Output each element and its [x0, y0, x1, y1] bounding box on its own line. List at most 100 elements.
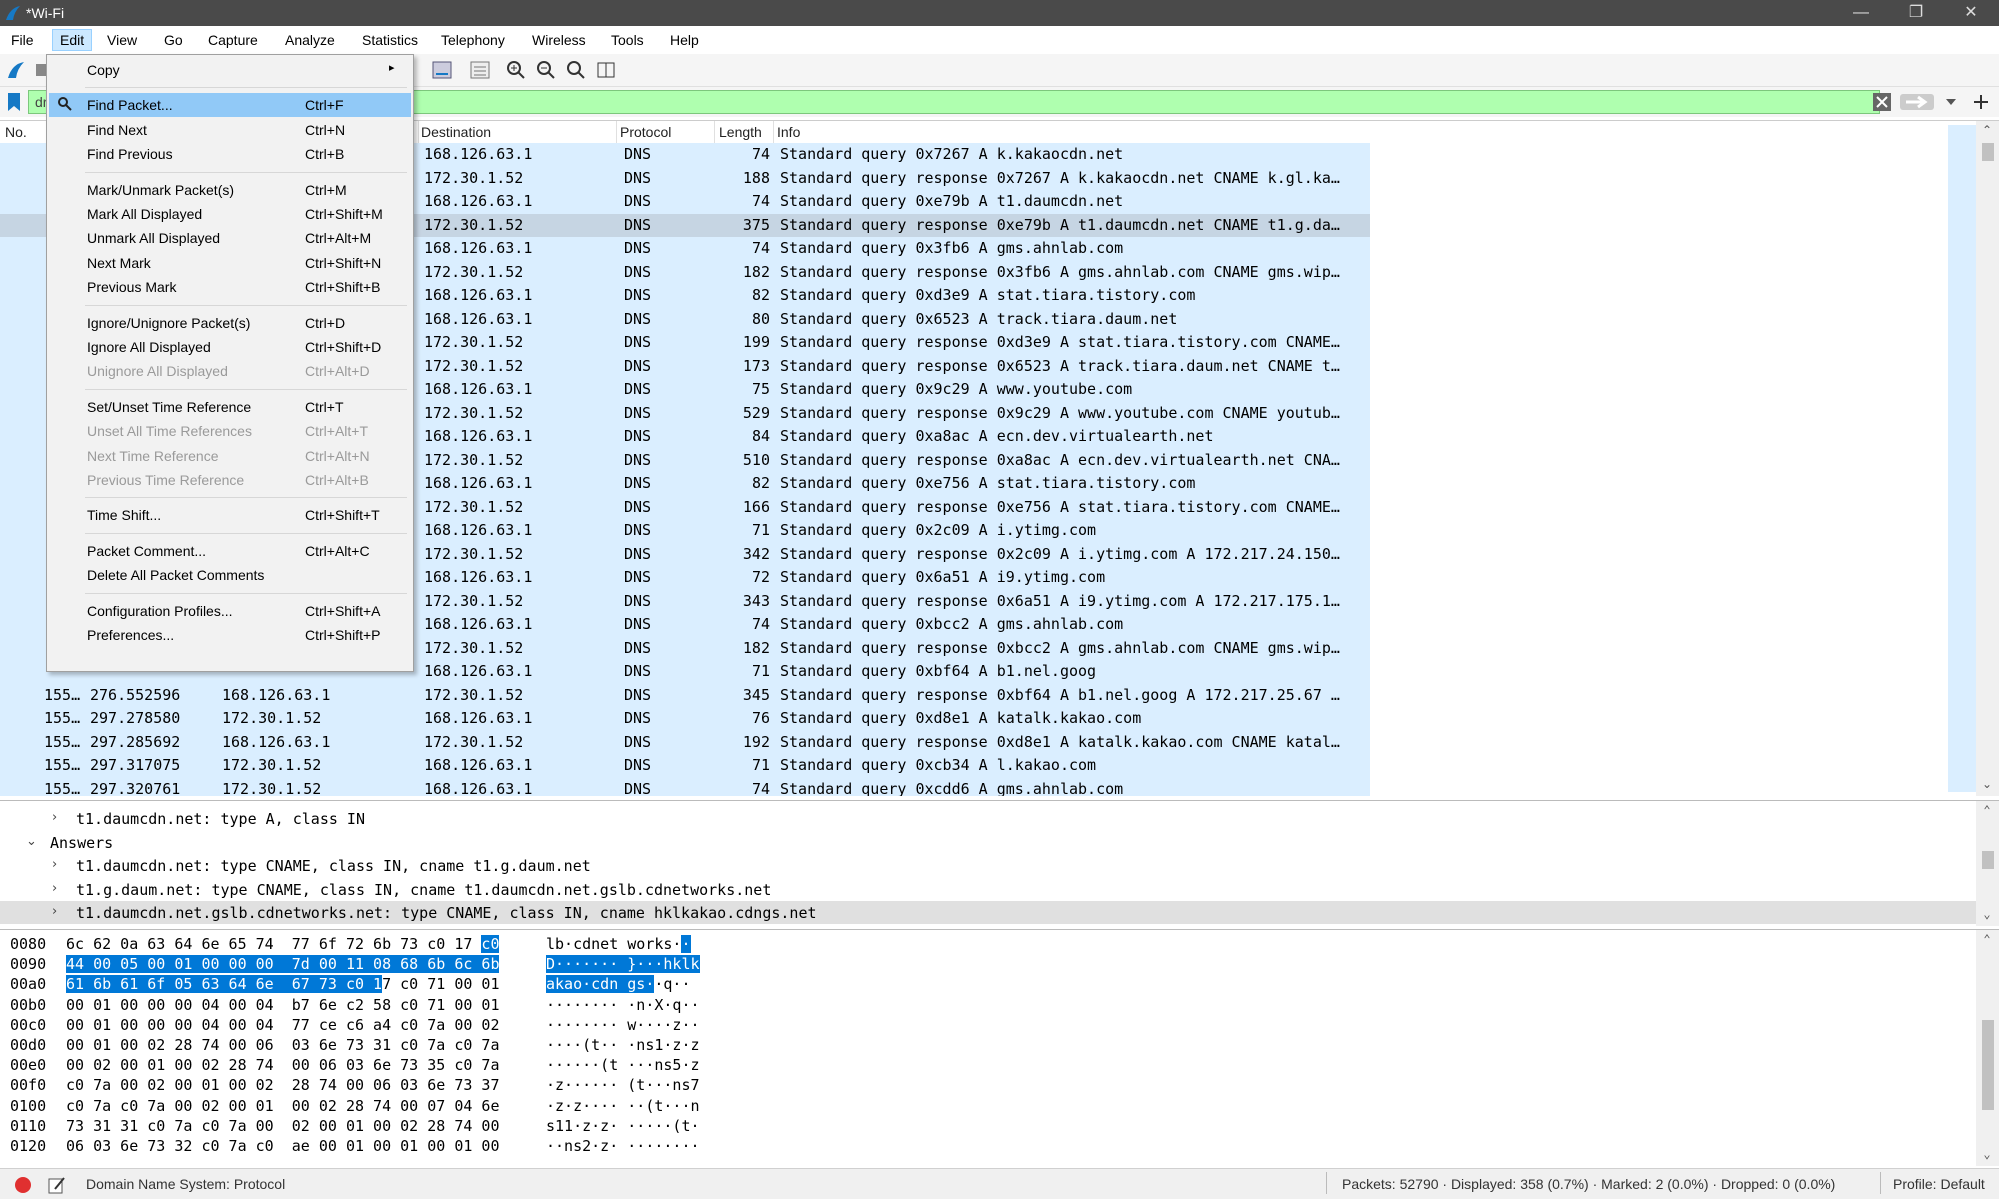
hex-ascii[interactable]: ········ w····z·· [546, 1016, 700, 1034]
packet-row[interactable]: 155… 297.278580 172.30.1.52 168.126.63.1 DNS… [0, 707, 1370, 731]
menu-item-mark-unmark-packet-s[interactable]: Mark/Unmark Packet(s) Ctrl+M [49, 178, 411, 202]
colorize-icon[interactable] [468, 58, 492, 82]
column-length[interactable]: Length [719, 124, 762, 140]
zoom-out-icon[interactable] [534, 58, 558, 82]
apply-filter-icon[interactable] [1900, 92, 1934, 112]
scroll-thumb[interactable] [1982, 851, 1994, 869]
menu-item-next-mark[interactable]: Next Mark Ctrl+Shift+N [49, 251, 411, 275]
scroll-thumb[interactable] [1982, 1020, 1994, 1110]
hex-ascii[interactable]: ········ ·n·X·q·· [546, 996, 700, 1014]
add-filter-button-icon[interactable] [1972, 93, 1990, 111]
menu-item-ignore-all-displayed[interactable]: Ignore All Displayed Ctrl+Shift+D [49, 335, 411, 359]
minimize-button[interactable]: — [1838, 0, 1884, 26]
zoom-normal-icon[interactable] [564, 58, 588, 82]
column-info[interactable]: Info [777, 124, 800, 140]
menu-item-packet-comment[interactable]: Packet Comment... Ctrl+Alt+C [49, 539, 411, 563]
menu-item-find-next[interactable]: Find Next Ctrl+N [49, 118, 411, 142]
menu-item-previous-mark[interactable]: Previous Mark Ctrl+Shift+B [49, 275, 411, 299]
hex-bytes[interactable]: 06 03 6e 73 32 c0 7a c0 ae 00 01 00 01 0… [66, 1137, 499, 1155]
hex-bytes[interactable]: 00 01 00 00 00 04 00 04 77 ce c6 a4 c0 7… [66, 1016, 499, 1034]
menu-item-find-packet[interactable]: Find Packet... Ctrl+F [49, 93, 411, 118]
bookmark-icon[interactable] [6, 92, 22, 112]
menu-file[interactable]: File [4, 30, 41, 50]
zoom-in-icon[interactable] [504, 58, 528, 82]
hex-ascii[interactable]: ·z······ (t···ns7 [546, 1076, 700, 1094]
column-protocol[interactable]: Protocol [620, 124, 671, 140]
scroll-down-icon[interactable]: ⌄ [1980, 777, 1994, 791]
column-separator[interactable] [714, 121, 715, 143]
menu-wireless[interactable]: Wireless [525, 30, 593, 50]
edit-capture-comment-icon[interactable] [47, 1175, 67, 1195]
hex-bytes[interactable]: 73 31 31 c0 7a c0 7a 00 02 00 01 00 02 2… [66, 1117, 499, 1135]
packet-row[interactable]: 155… 297.317075 172.30.1.52 168.126.63.1 DNS… [0, 754, 1370, 778]
menu-capture[interactable]: Capture [201, 30, 265, 50]
hex-ascii[interactable]: s11·z·z· ·····(t· [546, 1117, 700, 1135]
scroll-up-icon[interactable]: ⌃ [1980, 803, 1994, 817]
menu-telephony[interactable]: Telephony [434, 30, 512, 50]
hex-ascii[interactable]: ··ns2·z· ········ [546, 1137, 700, 1155]
menu-view[interactable]: View [100, 30, 144, 50]
menu-item-set-unset-time-reference[interactable]: Set/Unset Time Reference Ctrl+T [49, 395, 411, 419]
maximize-button[interactable]: ❐ [1893, 0, 1939, 26]
details-tree-row[interactable]: › t1.daumcdn.net: type A, class IN [0, 807, 1976, 830]
menu-item-preferences[interactable]: Preferences... Ctrl+Shift+P [49, 623, 411, 647]
column-destination[interactable]: Destination [421, 124, 491, 140]
hex-bytes[interactable]: 44 00 05 00 01 00 00 00 7d 00 11 08 68 6… [66, 955, 500, 974]
start-capture-icon[interactable] [4, 58, 28, 82]
clear-filter-icon[interactable] [1872, 92, 1892, 112]
menu-item-ignore-unignore-packet-s[interactable]: Ignore/Unignore Packet(s) Ctrl+D [49, 311, 411, 335]
hex-ascii[interactable]: D······· }···hklk [546, 955, 700, 974]
menu-item-find-previous[interactable]: Find Previous Ctrl+B [49, 142, 411, 166]
details-tree-row[interactable]: › t1.g.daum.net: type CNAME, class IN, cn… [0, 878, 1976, 901]
menu-item-mark-all-displayed[interactable]: Mark All Displayed Ctrl+Shift+M [49, 202, 411, 226]
scroll-down-icon[interactable]: ⌄ [1980, 1147, 1994, 1161]
hex-ascii[interactable]: ······(t ···ns5·z [546, 1056, 700, 1074]
details-tree-row[interactable]: › t1.daumcdn.net.gslb.cdnetworks.net: typ… [0, 901, 1976, 924]
menu-item-unmark-all-displayed[interactable]: Unmark All Displayed Ctrl+Alt+M [49, 226, 411, 250]
hex-ascii[interactable]: lb·cdnet works·· [546, 935, 691, 953]
column-separator[interactable] [616, 121, 617, 143]
hex-bytes[interactable]: 00 02 00 01 00 02 28 74 00 06 03 6e 73 3… [66, 1056, 499, 1074]
expand-arrow-icon[interactable]: › [52, 881, 57, 896]
packet-list-scrollbar[interactable]: ⌃ ⌄ [1976, 121, 1999, 796]
details-tree-row[interactable]: ⌄ Answers [0, 831, 1976, 854]
menu-help[interactable]: Help [663, 30, 706, 50]
hex-ascii[interactable]: ·z·z···· ··(t···n [546, 1097, 700, 1115]
details-scrollbar[interactable]: ⌃ ⌄ [1976, 801, 1999, 926]
menu-item-configuration-profiles[interactable]: Configuration Profiles... Ctrl+Shift+A [49, 599, 411, 623]
menu-analyze[interactable]: Analyze [278, 30, 342, 50]
status-profile[interactable]: Profile: Default [1893, 1176, 1985, 1192]
hex-bytes[interactable]: 6c 62 0a 63 64 6e 65 74 77 6f 72 6b 73 c… [66, 935, 500, 953]
hex-bytes[interactable]: c0 7a 00 02 00 01 00 02 28 74 00 06 03 6… [66, 1076, 499, 1094]
hex-bytes[interactable]: c0 7a c0 7a 00 02 00 01 00 02 28 74 00 0… [66, 1097, 499, 1115]
menu-item-delete-all-packet-comments[interactable]: Delete All Packet Comments [49, 563, 411, 587]
hex-ascii[interactable]: akao·cdn gs··q·· [546, 975, 691, 994]
packet-minimap[interactable] [1948, 125, 1976, 792]
menu-item-time-shift[interactable]: Time Shift... Ctrl+Shift+T [49, 503, 411, 527]
column-separator[interactable] [418, 121, 419, 143]
close-button[interactable]: ✕ [1948, 0, 1994, 26]
menu-item-copy[interactable]: Copy ▸ [49, 58, 411, 82]
menu-edit[interactable]: Edit [52, 29, 93, 51]
hex-ascii[interactable]: ····(t·· ·ns1·z·z [546, 1036, 700, 1054]
expand-arrow-icon[interactable]: › [52, 810, 57, 825]
scroll-up-icon[interactable]: ⌃ [1980, 932, 1994, 946]
bytes-scrollbar[interactable]: ⌃ ⌄ [1976, 930, 1999, 1166]
column-separator[interactable] [773, 121, 774, 143]
filter-history-dropdown-icon[interactable] [1944, 95, 1958, 109]
packet-row[interactable]: 155… 297.285692 168.126.63.1 172.30.1.52 DNS… [0, 730, 1370, 754]
menu-statistics[interactable]: Statistics [355, 30, 425, 50]
scroll-up-icon[interactable]: ⌃ [1980, 123, 1994, 137]
hex-bytes[interactable]: 61 6b 61 6f 05 63 64 6e 67 73 c0 17 c0 7… [66, 975, 499, 994]
hex-bytes[interactable]: 00 01 00 00 00 04 00 04 b7 6e c2 58 c0 7… [66, 996, 499, 1014]
menu-tools[interactable]: Tools [604, 30, 651, 50]
expert-info-error-icon[interactable] [14, 1176, 32, 1194]
packet-row[interactable]: 155… 276.552596 168.126.63.1 172.30.1.52 DNS… [0, 683, 1370, 707]
hex-bytes[interactable]: 00 01 00 02 28 74 00 06 03 6e 73 31 c0 7… [66, 1036, 499, 1054]
details-tree-row[interactable]: › t1.daumcdn.net: type CNAME, class IN, c… [0, 854, 1976, 877]
autoscroll-icon[interactable] [430, 58, 454, 82]
scroll-down-icon[interactable]: ⌄ [1980, 907, 1994, 921]
column-no[interactable]: No. [5, 124, 27, 140]
menu-go[interactable]: Go [157, 30, 190, 50]
packet-row[interactable]: 155… 297.320761 172.30.1.52 168.126.63.1 DNS… [0, 777, 1370, 796]
